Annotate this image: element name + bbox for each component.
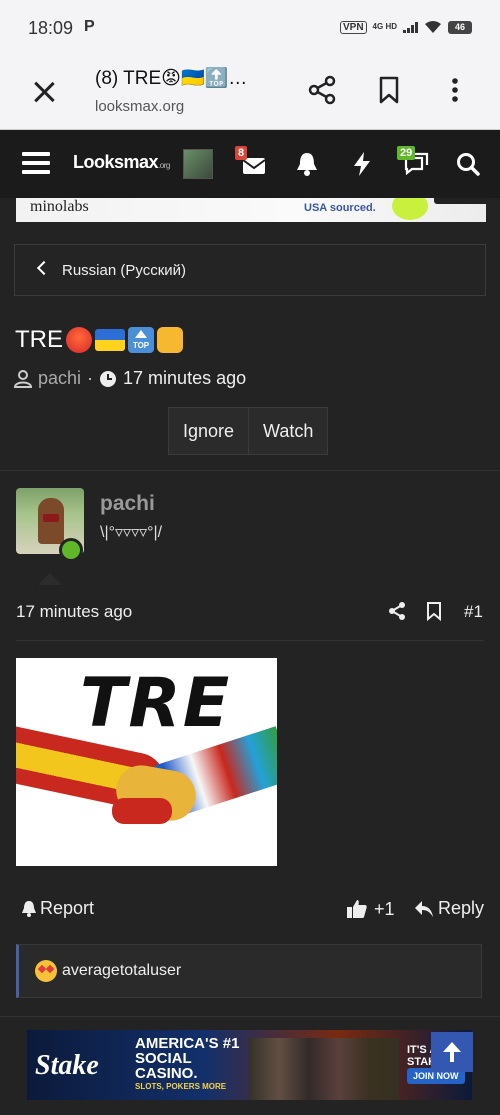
ad-graphic bbox=[392, 198, 428, 220]
bottom-ad-banner[interactable]: Stake AMERICA'S #1 SOCIAL CASINO. SLOTS,… bbox=[27, 1030, 472, 1100]
top-ad-banner[interactable]: minolabs USA sourced. bbox=[16, 198, 486, 222]
thread-meta: pachi · 17 minutes ago bbox=[14, 368, 246, 389]
avatar-mouth bbox=[43, 514, 59, 522]
image-text: TRE bbox=[80, 664, 232, 743]
ad-image bbox=[249, 1038, 399, 1100]
post-image[interactable]: TRE bbox=[16, 658, 277, 866]
reactor-name: averagetotaluser bbox=[62, 962, 182, 979]
ignore-button[interactable]: Ignore bbox=[169, 408, 248, 454]
site-logo[interactable]: Looksmax.org bbox=[73, 152, 170, 173]
menu-icon[interactable] bbox=[22, 152, 50, 174]
post-username[interactable]: pachi bbox=[100, 492, 155, 516]
network-type: 4G HD bbox=[372, 22, 397, 31]
notification-p-icon: P bbox=[84, 18, 95, 35]
search-icon[interactable] bbox=[454, 150, 482, 178]
thread-author[interactable]: pachi bbox=[38, 368, 81, 389]
raised-fist-icon bbox=[157, 327, 183, 353]
ad-button bbox=[434, 198, 486, 204]
account-avatar[interactable] bbox=[183, 149, 213, 179]
thread-title-text: TRE bbox=[15, 326, 63, 353]
status-bar: 18:09 P VPN 4G HD 46 bbox=[0, 0, 500, 58]
ukraine-flag-icon bbox=[95, 329, 125, 351]
post-number[interactable]: #1 bbox=[464, 602, 483, 622]
image-fingers bbox=[112, 798, 172, 824]
chevron-left-icon bbox=[36, 260, 52, 276]
reply-button[interactable]: Reply bbox=[414, 898, 484, 919]
battery-icon: 46 bbox=[448, 20, 472, 34]
divider bbox=[0, 470, 500, 471]
scroll-to-top-button[interactable] bbox=[431, 1032, 473, 1072]
tab-title: (8) TRE😡🇺🇦🔝… bbox=[95, 68, 248, 89]
inbox-badge: 8 bbox=[235, 146, 248, 160]
ad-subline: SLOTS, POKERS MORE bbox=[135, 1082, 227, 1091]
angry-face-icon bbox=[66, 327, 92, 353]
ad-brand: Stake bbox=[35, 1050, 99, 1081]
logo-text: Looksmax bbox=[73, 152, 159, 172]
like-button[interactable]: +1 bbox=[346, 898, 395, 920]
logo-suffix: .org bbox=[158, 161, 170, 170]
share-icon[interactable] bbox=[387, 601, 407, 621]
bookmark-icon[interactable] bbox=[425, 601, 443, 621]
reactions-bar[interactable]: averagetotaluser bbox=[16, 944, 482, 998]
close-icon[interactable] bbox=[30, 78, 58, 106]
ad-brand: minolabs bbox=[30, 198, 89, 215]
site-header: Looksmax.org 8 29 bbox=[0, 130, 500, 198]
reply-label: Reply bbox=[438, 898, 485, 918]
heart-eye-right bbox=[45, 964, 55, 974]
vpn-icon: VPN bbox=[339, 20, 367, 34]
share-icon[interactable] bbox=[306, 74, 338, 106]
post-actions: Report +1 Reply bbox=[0, 898, 500, 922]
browser-bar: (8) TRE😡🇺🇦🔝… looksmax.org bbox=[0, 58, 500, 130]
status-icons: VPN 4G HD 46 bbox=[339, 20, 472, 34]
heart-eyes-icon bbox=[35, 960, 57, 982]
more-menu-icon[interactable] bbox=[439, 74, 471, 106]
status-time: 18:09 bbox=[28, 18, 74, 38]
bell-icon bbox=[22, 900, 36, 917]
ad-text: USA sourced. bbox=[304, 202, 376, 214]
post-notch bbox=[38, 573, 62, 585]
report-button[interactable]: Report bbox=[20, 898, 94, 919]
signal-icon bbox=[403, 21, 418, 33]
divider bbox=[16, 640, 484, 641]
wifi-icon bbox=[425, 21, 441, 33]
user-icon bbox=[14, 369, 32, 388]
lightning-icon[interactable] bbox=[348, 150, 376, 178]
breadcrumb[interactable]: Russian (Русский) bbox=[14, 244, 486, 296]
clock-icon bbox=[100, 370, 117, 387]
top-arrow-icon: TOP bbox=[128, 327, 154, 353]
bell-icon[interactable] bbox=[293, 150, 321, 178]
reply-icon bbox=[415, 900, 433, 917]
divider bbox=[0, 1016, 500, 1017]
bookmark-icon[interactable] bbox=[373, 74, 405, 106]
page-url: looksmax.org bbox=[95, 98, 185, 115]
user-title: \|°▿▿▿▿°|/ bbox=[100, 524, 163, 541]
post-time[interactable]: 17 minutes ago bbox=[16, 602, 132, 622]
thumbs-up-icon bbox=[347, 900, 367, 918]
online-indicator bbox=[59, 538, 83, 562]
ad-headline: AMERICA'S #1 SOCIAL CASINO. bbox=[135, 1035, 240, 1082]
meta-separator: · bbox=[87, 368, 94, 388]
thread-action-group: Ignore Watch bbox=[168, 407, 329, 455]
like-count: +1 bbox=[374, 898, 395, 919]
report-label: Report bbox=[40, 898, 95, 918]
thread-time: 17 minutes ago bbox=[123, 368, 247, 388]
thread-title: TRE TOP bbox=[15, 326, 183, 354]
alerts-badge: 29 bbox=[397, 146, 416, 160]
breadcrumb-label: Russian (Русский) bbox=[62, 262, 187, 279]
watch-button[interactable]: Watch bbox=[248, 408, 327, 454]
